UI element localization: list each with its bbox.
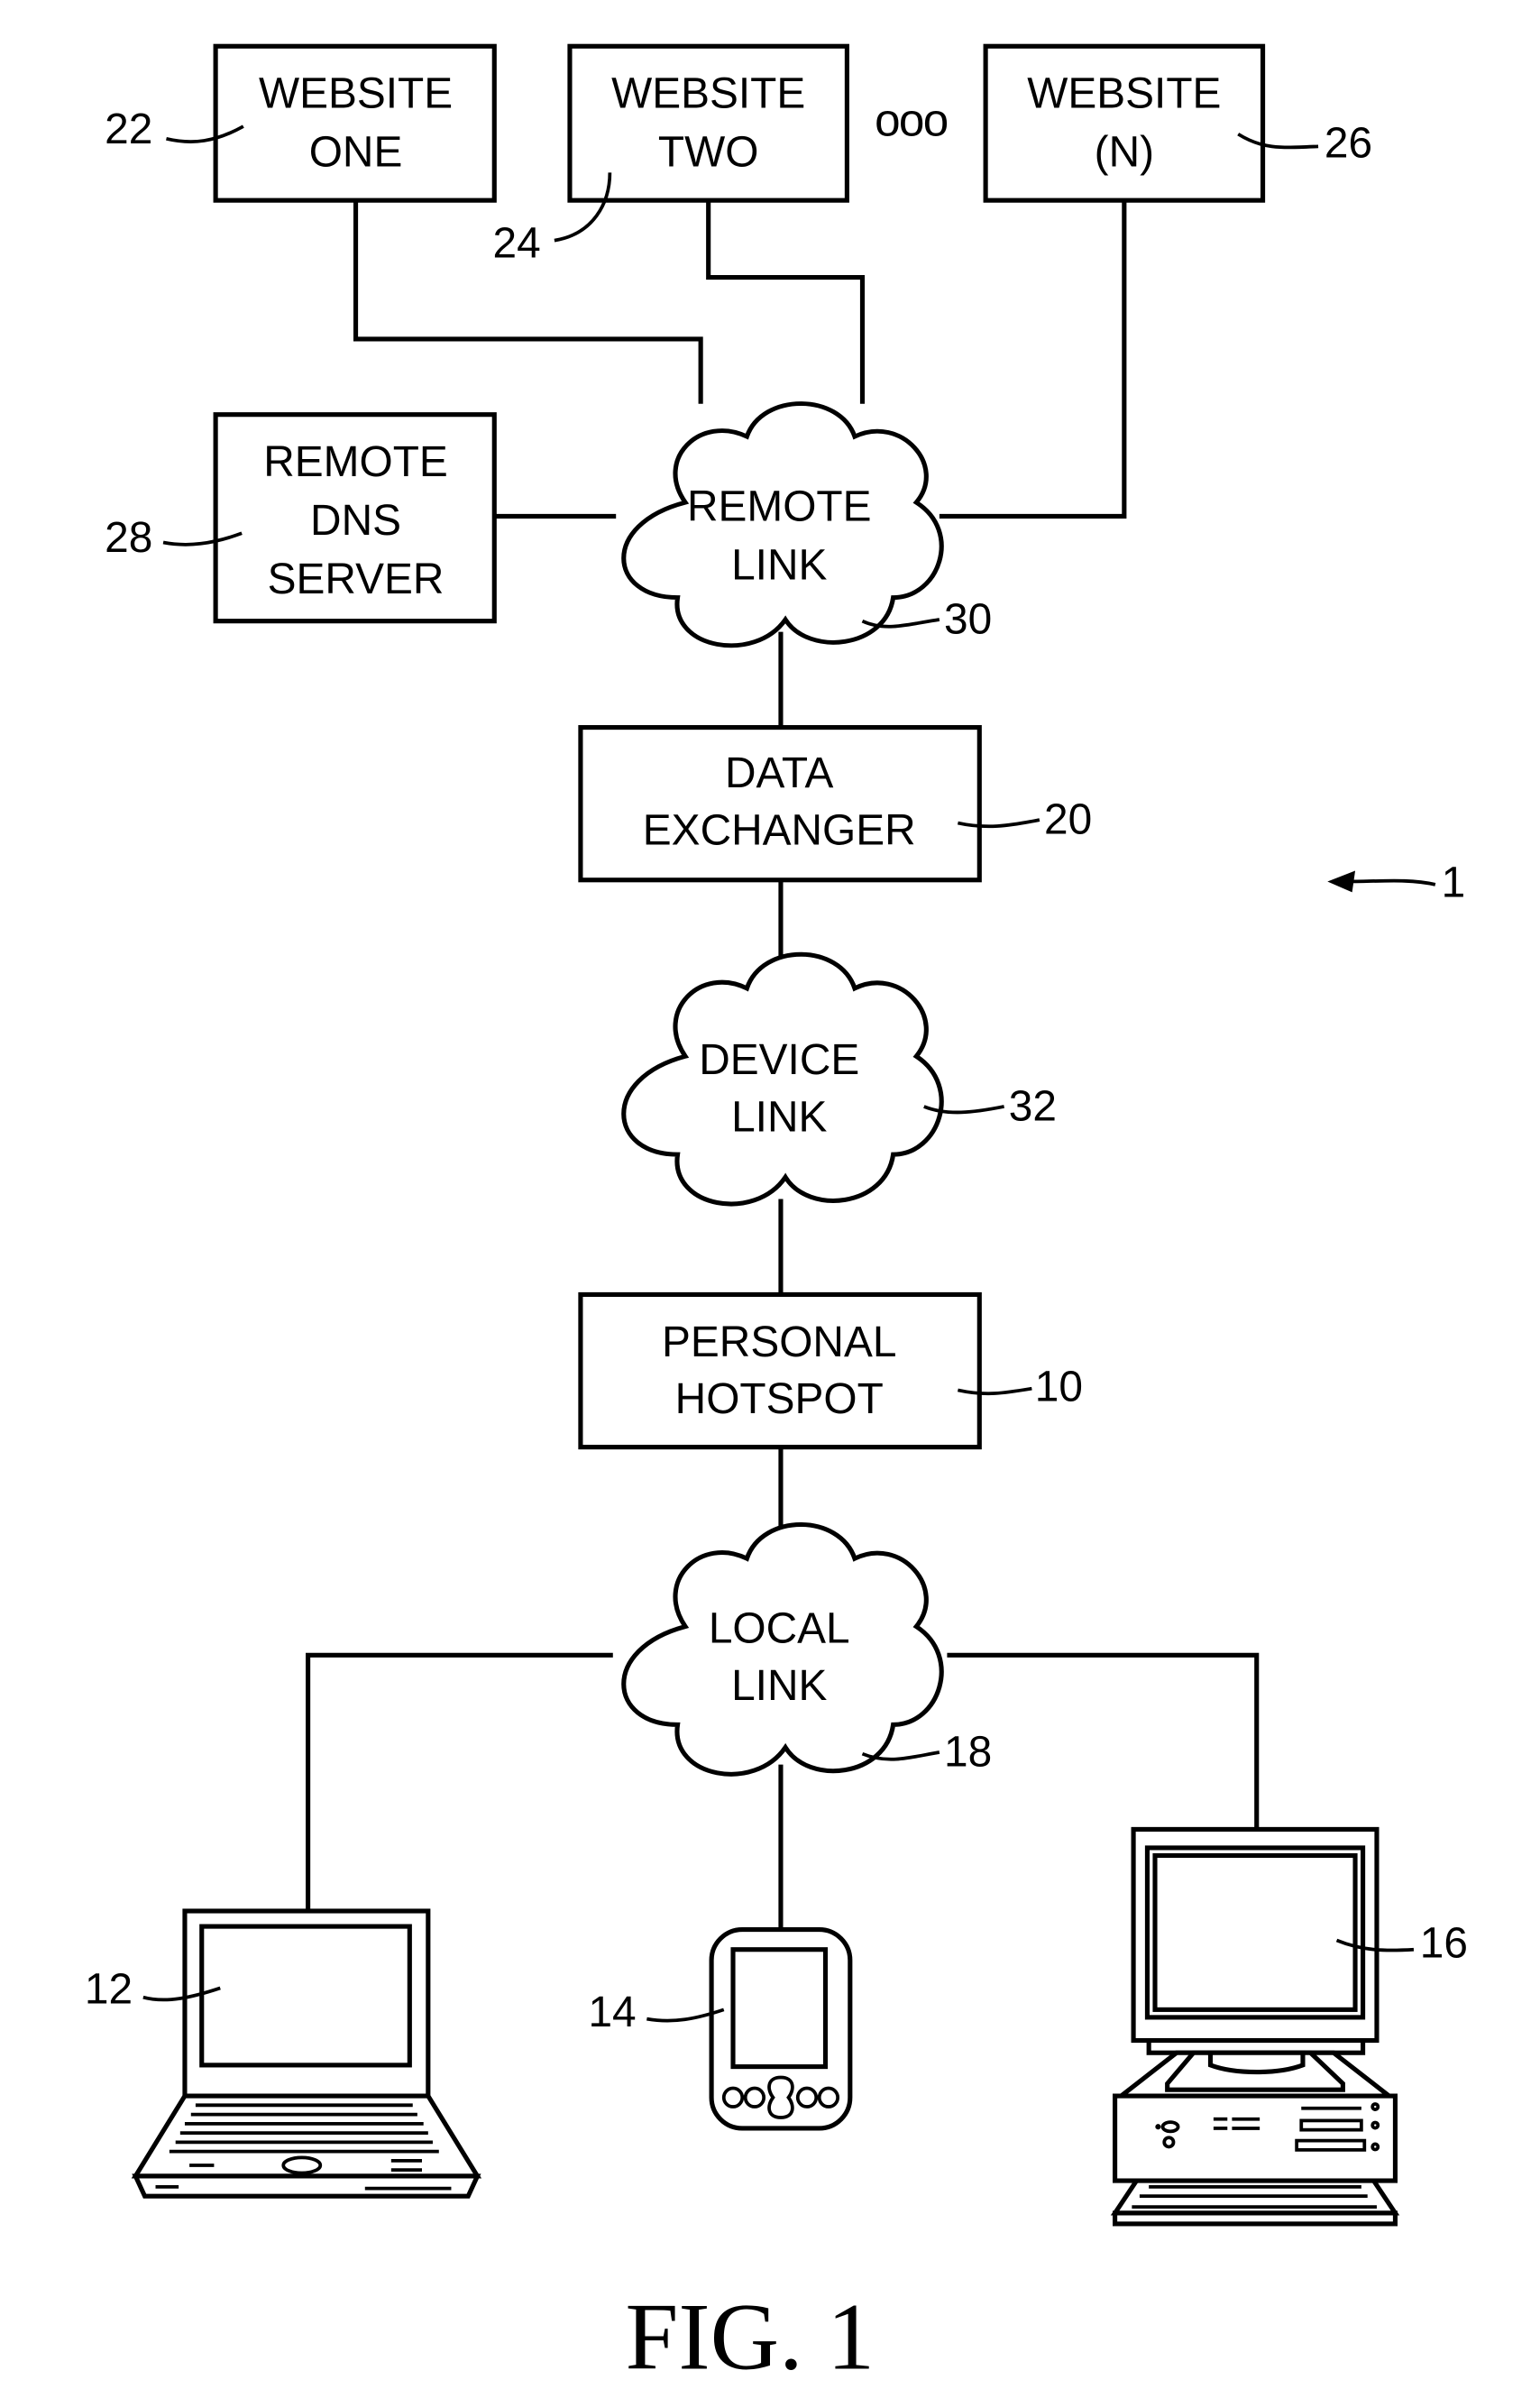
- desktop-computer-icon: [1110, 1826, 1400, 2227]
- website-one-label-line1: WEBSITE: [259, 70, 453, 118]
- network-diagram: WEBSITE ONE 22 WEBSITE TWO 24 ooo WEBSIT…: [85, 43, 1468, 2390]
- ref-26: 26: [1325, 119, 1372, 167]
- website-n-label-line1: WEBSITE: [1027, 70, 1221, 118]
- website-n-box: WEBSITE (N): [983, 43, 1266, 203]
- local-link-label-line2: LINK: [731, 1662, 827, 1710]
- data-exchanger-box: DATA EXCHANGER: [578, 725, 982, 883]
- device-link-label-line2: LINK: [731, 1093, 827, 1141]
- ref-14: 14: [588, 1989, 636, 2036]
- system-ref-arrow: [1327, 870, 1436, 893]
- data-exchanger-label-line2: EXCHANGER: [643, 806, 916, 854]
- figure-caption: FIG. 1: [626, 2284, 875, 2390]
- ref-16: 16: [1420, 1919, 1468, 1967]
- ellipsis: ooo: [875, 94, 948, 145]
- personal-hotspot-label-line2: HOTSPOT: [675, 1375, 884, 1423]
- website-one-label-line2: ONE: [309, 129, 403, 177]
- laptop-icon: [131, 1908, 482, 2199]
- remote-dns-server-box: REMOTE DNS SERVER: [213, 412, 497, 624]
- pda-icon: [709, 1926, 853, 2131]
- remote-dns-label-line1: REMOTE: [263, 438, 448, 486]
- remote-link-cloud: REMOTE LINK: [624, 404, 941, 646]
- website-two-label-line1: WEBSITE: [611, 70, 805, 118]
- ref-28: 28: [105, 514, 152, 562]
- local-link-label-line1: LOCAL: [709, 1605, 850, 1653]
- ref-20: 20: [1044, 795, 1092, 843]
- local-link-cloud: LOCAL LINK: [624, 1524, 941, 1774]
- remote-dns-label-line2: DNS: [310, 497, 401, 545]
- ref-1: 1: [1442, 859, 1466, 907]
- website-one-box: WEBSITE ONE: [213, 43, 497, 203]
- personal-hotspot-box: PERSONAL HOTSPOT: [578, 1291, 982, 1450]
- remote-dns-label-line3: SERVER: [268, 556, 445, 603]
- remote-link-label-line2: LINK: [731, 542, 827, 590]
- device-link-label-line1: DEVICE: [699, 1036, 859, 1084]
- ref-10: 10: [1035, 1363, 1083, 1410]
- ref-24: 24: [493, 219, 541, 267]
- ref-22: 22: [105, 106, 152, 153]
- website-two-label-line2: TWO: [658, 129, 759, 177]
- device-link-cloud: DEVICE LINK: [624, 954, 941, 1204]
- ref-18: 18: [944, 1728, 992, 1776]
- remote-link-label-line1: REMOTE: [687, 483, 872, 531]
- ref-30: 30: [944, 595, 992, 643]
- website-n-label-line2: (N): [1095, 129, 1154, 177]
- personal-hotspot-label-line1: PERSONAL: [662, 1318, 896, 1366]
- data-exchanger-label-line1: DATA: [725, 749, 834, 797]
- ref-12: 12: [85, 1966, 133, 2014]
- ref-32: 32: [1009, 1082, 1057, 1130]
